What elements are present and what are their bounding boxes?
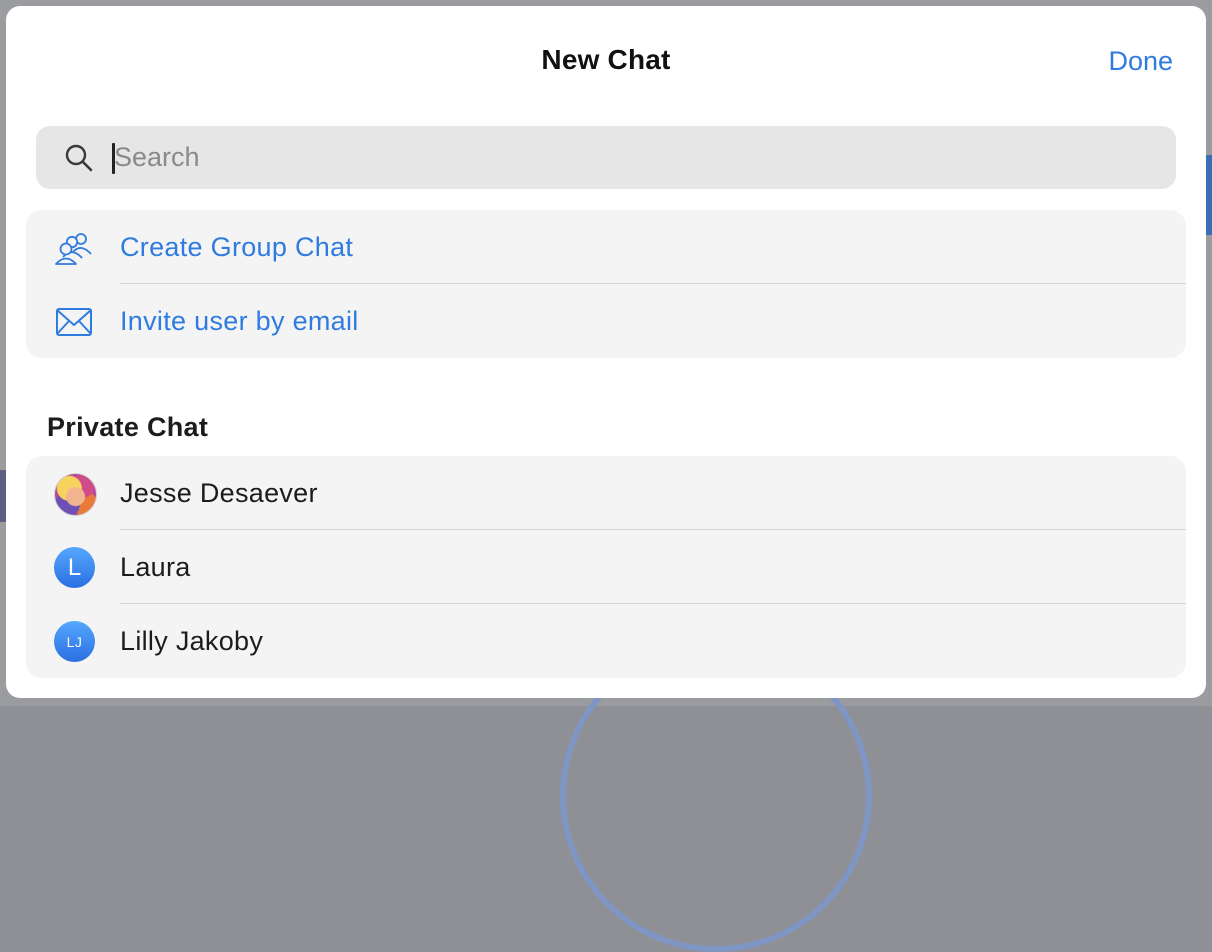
contact-row[interactable]: L Laura bbox=[26, 530, 1186, 604]
done-button[interactable]: Done bbox=[1108, 46, 1173, 77]
avatar: LJ bbox=[54, 621, 95, 662]
avatar bbox=[54, 473, 97, 516]
new-chat-modal: New Chat Done Create Group Chat bbox=[6, 6, 1206, 698]
envelope-icon bbox=[56, 308, 92, 336]
contact-row[interactable]: LJ Lilly Jakoby bbox=[26, 604, 1186, 678]
invite-by-email-label: Invite user by email bbox=[120, 306, 359, 336]
invite-by-email-item[interactable]: Invite user by email bbox=[26, 284, 1186, 358]
create-group-chat-label: Create Group Chat bbox=[120, 232, 354, 262]
contact-name: Lilly Jakoby bbox=[120, 626, 264, 656]
search-icon bbox=[65, 144, 93, 172]
avatar: L bbox=[54, 547, 95, 588]
contact-name: Laura bbox=[120, 552, 191, 582]
avatar-initials: LJ bbox=[66, 633, 83, 650]
actions-list: Create Group Chat Invite user by email bbox=[26, 210, 1186, 358]
modal-title: New Chat bbox=[541, 44, 671, 75]
search-input[interactable] bbox=[114, 126, 1154, 189]
contacts-list: Jesse Desaever L Laura LJ Lilly Jakoby bbox=[26, 456, 1186, 678]
create-group-chat-item[interactable]: Create Group Chat bbox=[26, 210, 1186, 284]
group-icon bbox=[55, 233, 92, 265]
section-heading: Private Chat bbox=[47, 412, 209, 442]
search-bar[interactable] bbox=[36, 126, 1176, 189]
contact-name: Jesse Desaever bbox=[120, 478, 318, 508]
avatar-initials: L bbox=[67, 553, 82, 581]
contact-row[interactable]: Jesse Desaever bbox=[26, 456, 1186, 530]
